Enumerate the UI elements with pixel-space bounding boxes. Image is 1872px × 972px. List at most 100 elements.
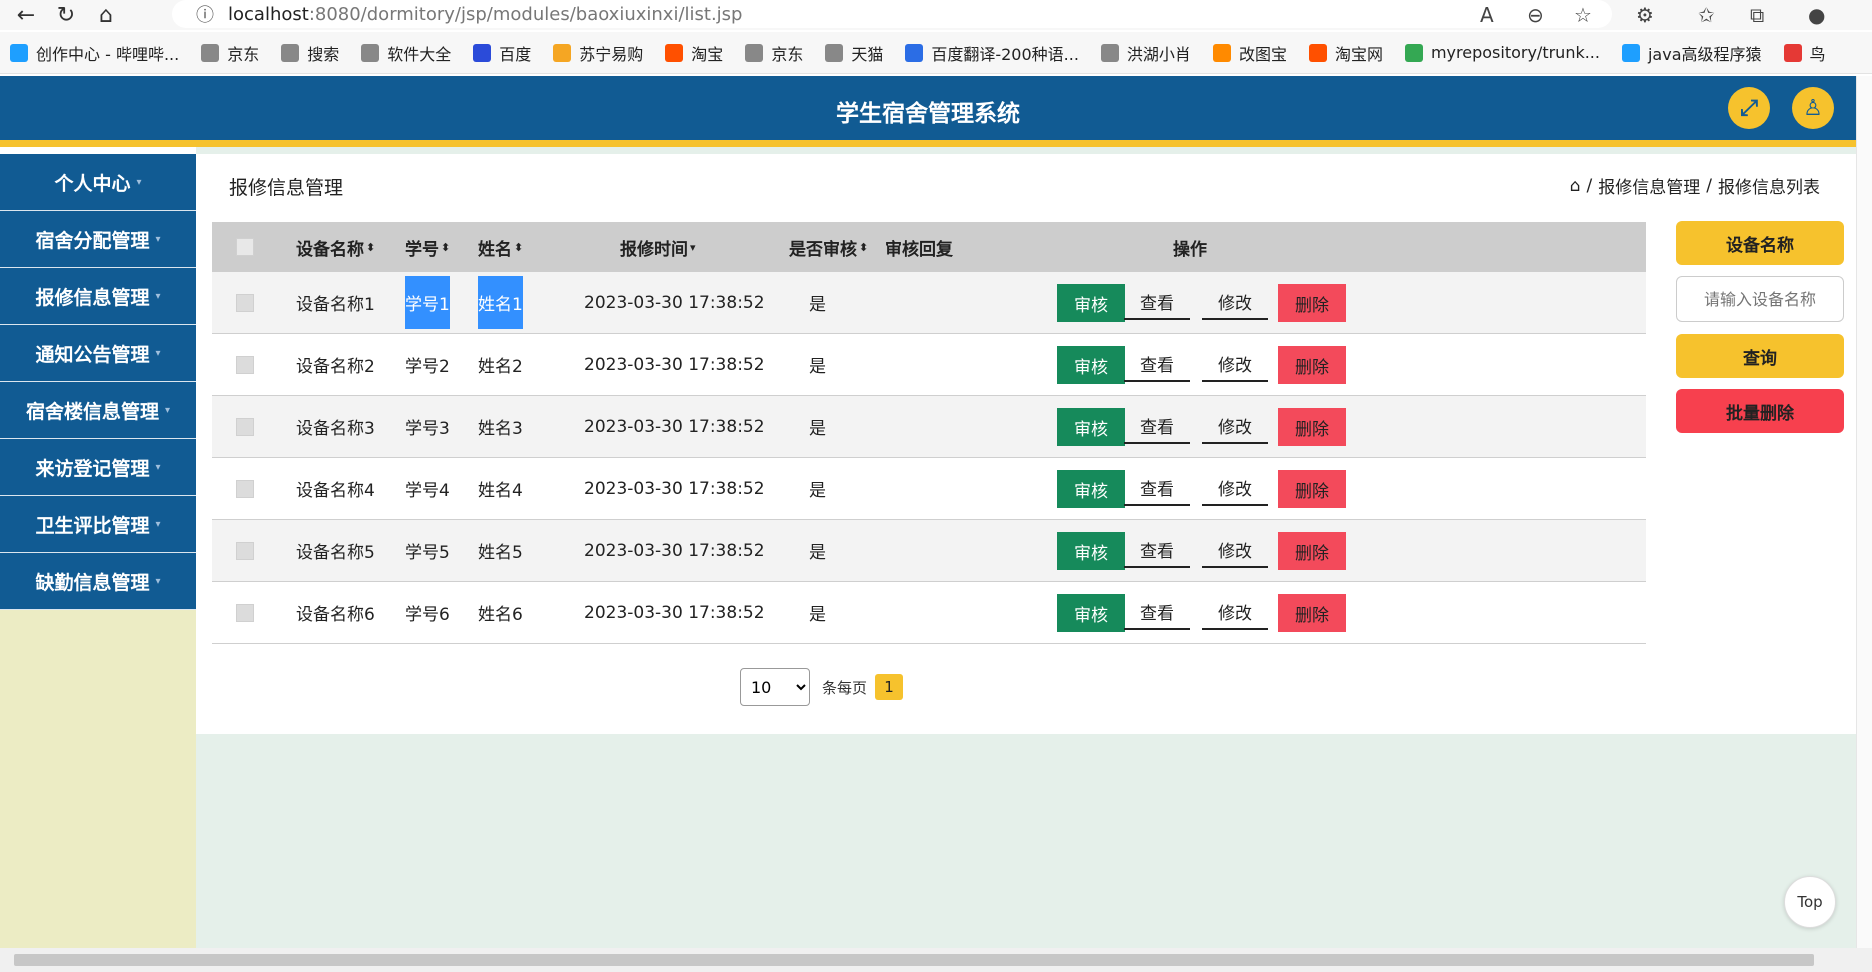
site-info-icon[interactable]: ⓘ <box>196 1 214 27</box>
cell-device: 设备名称2 <box>296 357 375 377</box>
student-no-text: 学号6 <box>405 605 450 625</box>
audit-button[interactable]: 审核 <box>1057 408 1125 446</box>
bookmark-label: 搜索 <box>307 44 340 64</box>
view-button[interactable]: 查看 <box>1124 594 1190 630</box>
edit-button[interactable]: 修改 <box>1202 532 1268 568</box>
bookmark-item[interactable]: 淘宝 <box>665 41 723 65</box>
edit-button[interactable]: 修改 <box>1202 594 1268 630</box>
sort-desc-icon[interactable]: ▾ <box>690 241 696 254</box>
cell-audited: 是 <box>809 481 826 501</box>
sidebar-item[interactable]: 来访登记管理 ▾ <box>0 439 196 496</box>
sidebar-item-label: 缺勤信息管理 <box>35 571 150 594</box>
address-bar[interactable]: ⓘ localhost:8080/dormitory/jsp/modules/b… <box>172 0 1612 28</box>
bookmark-item[interactable]: 天猫 <box>825 41 883 65</box>
reload-icon[interactable]: ↻ <box>46 0 86 30</box>
read-aloud-icon[interactable]: A <box>1480 0 1494 30</box>
bookmark-item[interactable]: 淘宝网 <box>1308 41 1383 65</box>
sort-icon[interactable]: ⬍ <box>859 241 868 254</box>
row-checkbox[interactable] <box>236 542 254 560</box>
delete-button[interactable]: 删除 <box>1278 594 1346 632</box>
breadcrumb-item[interactable]: 报修信息管理 <box>1598 173 1700 198</box>
view-button[interactable]: 查看 <box>1124 532 1190 568</box>
bookmark-icon <box>745 43 764 62</box>
view-button[interactable]: 查看 <box>1124 346 1190 382</box>
profile-icon[interactable]: ● <box>1808 0 1825 30</box>
bookmark-item[interactable]: 软件大全 <box>361 41 451 65</box>
zoom-icon[interactable]: ⊖ <box>1527 0 1544 30</box>
cell-device: 设备名称1 <box>296 295 375 315</box>
audit-button[interactable]: 审核 <box>1057 346 1125 384</box>
collections-icon[interactable]: ⧉ <box>1750 0 1764 30</box>
column-header-student-no[interactable]: 学号 ⬍ <box>405 222 450 272</box>
sidebar-item[interactable]: 卫生评比管理 ▾ <box>0 496 196 553</box>
home-icon[interactable]: ⌂ <box>1570 176 1581 196</box>
bookmark-item[interactable]: 洪湖小肖 <box>1100 41 1191 65</box>
home-nav-icon[interactable]: ⌂ <box>86 0 126 30</box>
student-no-text: 学号2 <box>405 357 450 377</box>
audit-button[interactable]: 审核 <box>1057 594 1125 632</box>
favorite-add-icon[interactable]: ☆ <box>1574 0 1592 30</box>
sidebar-item[interactable]: 宿舍分配管理 ▾ <box>0 211 196 268</box>
vertical-scrollbar[interactable] <box>1856 76 1872 948</box>
view-button[interactable]: 查看 <box>1124 470 1190 506</box>
sidebar-item[interactable]: 报修信息管理 ▾ <box>0 268 196 325</box>
device-search-input[interactable] <box>1676 276 1844 322</box>
page-size-select[interactable]: 10 <box>740 668 810 706</box>
bookmark-item[interactable]: java高级程序猿 <box>1621 41 1762 65</box>
page-button-current[interactable]: 1 <box>875 674 904 700</box>
audit-button[interactable]: 审核 <box>1057 532 1125 570</box>
sidebar-item[interactable]: 通知公告管理 ▾ <box>0 325 196 382</box>
delete-button[interactable]: 删除 <box>1278 284 1346 322</box>
row-checkbox[interactable] <box>236 356 254 374</box>
sort-icon[interactable]: ⬍ <box>366 241 375 254</box>
audit-button[interactable]: 审核 <box>1057 284 1125 322</box>
sort-icon[interactable]: ⬍ <box>514 241 523 254</box>
back-icon[interactable]: ← <box>6 0 46 30</box>
sort-icon[interactable]: ⬍ <box>441 241 450 254</box>
delete-button[interactable]: 删除 <box>1278 346 1346 384</box>
favorites-icon[interactable]: ✩ <box>1698 0 1715 30</box>
bookmark-item[interactable]: myrepository/trunk... <box>1404 43 1600 62</box>
expand-icon[interactable]: ⤢ <box>1728 87 1770 129</box>
column-header-name[interactable]: 姓名 ⬍ <box>478 222 523 272</box>
back-to-top-button[interactable]: Top <box>1784 876 1836 928</box>
row-checkbox[interactable] <box>236 418 254 436</box>
column-header-device[interactable]: 设备名称 ⬍ <box>296 222 375 272</box>
row-checkbox[interactable] <box>236 604 254 622</box>
scrollbar-thumb[interactable] <box>14 954 1814 966</box>
column-header-time[interactable]: 报修时间 ▾ <box>620 222 696 272</box>
edit-button[interactable]: 修改 <box>1202 408 1268 444</box>
delete-button[interactable]: 删除 <box>1278 470 1346 508</box>
audit-button[interactable]: 审核 <box>1057 470 1125 508</box>
select-all-checkbox[interactable] <box>236 238 254 256</box>
batch-delete-button[interactable]: 批量删除 <box>1676 389 1844 433</box>
edit-button[interactable]: 修改 <box>1202 346 1268 382</box>
sidebar-item[interactable]: 个人中心 ▾ <box>0 154 196 211</box>
view-button[interactable]: 查看 <box>1124 408 1190 444</box>
view-button[interactable]: 查看 <box>1124 284 1190 320</box>
extensions-icon[interactable]: ⚙ <box>1636 0 1654 30</box>
horizontal-scrollbar[interactable] <box>0 948 1872 972</box>
sidebar-item[interactable]: 宿舍楼信息管理 ▾ <box>0 382 196 439</box>
delete-button[interactable]: 删除 <box>1278 532 1346 570</box>
bookmark-item[interactable]: 苏宁易购 <box>553 41 643 65</box>
cell-time: 2023-03-30 17:38:52 <box>584 602 765 623</box>
chevron-down-icon: ▾ <box>155 290 161 302</box>
sidebar-item[interactable]: 缺勤信息管理 ▾ <box>0 553 196 610</box>
edit-button[interactable]: 修改 <box>1202 284 1268 320</box>
delete-button[interactable]: 删除 <box>1278 408 1346 446</box>
edit-button[interactable]: 修改 <box>1202 470 1268 506</box>
row-checkbox[interactable] <box>236 480 254 498</box>
row-checkbox[interactable] <box>236 294 254 312</box>
user-icon[interactable]: ♙ <box>1792 87 1834 129</box>
bookmark-item[interactable]: 搜索 <box>281 41 339 65</box>
bookmark-item[interactable]: 改图宝 <box>1212 41 1287 65</box>
bookmark-item[interactable]: 百度 <box>473 41 531 65</box>
query-button[interactable]: 查询 <box>1676 334 1844 378</box>
bookmark-item[interactable]: 鸟 <box>1783 41 1826 65</box>
bookmark-item[interactable]: 京东 <box>745 41 803 65</box>
bookmark-item[interactable]: 百度翻译-200种语... <box>905 41 1079 65</box>
bookmark-item[interactable]: 京东 <box>201 41 259 65</box>
column-header-audited[interactable]: 是否审核 ⬍ <box>789 222 868 272</box>
bookmark-item[interactable]: 创作中心 - 哔哩哔... <box>10 41 179 65</box>
